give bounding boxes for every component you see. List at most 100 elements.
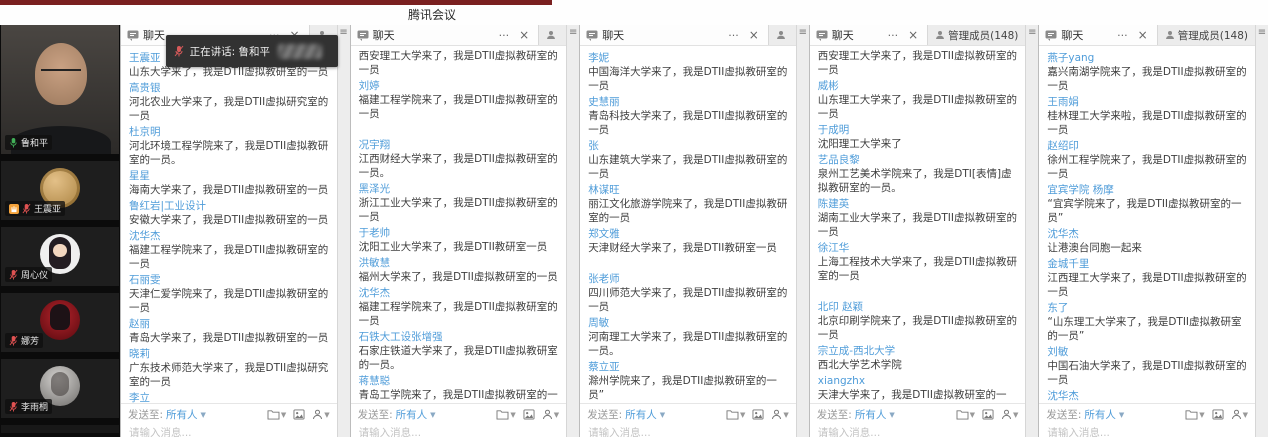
folder-icon bbox=[956, 409, 969, 420]
chat-footer: 发送至: 所有人 ▼ ▼ ▼ bbox=[810, 403, 1026, 425]
message-input[interactable]: 请输入消息... bbox=[810, 425, 1026, 437]
message-sender: 陈建英 bbox=[818, 197, 1018, 211]
message-list[interactable]: 王震亚山东大学来了，我是DTII虚拟教研室的一员高贵银河北农业大学来了，我是DT… bbox=[121, 46, 337, 403]
message-list[interactable]: 西安理工大学来了，我是DTII虚拟教研室的一员刘婷福建工程学院来了，我是DTII… bbox=[351, 46, 567, 403]
mention-member-button[interactable]: ▼ bbox=[771, 409, 788, 420]
video-tile[interactable]: 周心仪 bbox=[1, 227, 119, 286]
screenshot-button[interactable] bbox=[523, 409, 535, 420]
panel-collapse-handle[interactable]: ≡ bbox=[337, 25, 350, 437]
tab-manage-members[interactable]: 管理成员(148) bbox=[927, 25, 1025, 45]
message-list[interactable]: 李妮中国海洋大学来了，我是DTII虚拟教研室的一员史慧丽青岛科技大学来了，我是D… bbox=[580, 46, 796, 403]
close-icon[interactable]: × bbox=[746, 25, 762, 46]
screenshot-button[interactable] bbox=[982, 409, 994, 420]
video-tile-partial[interactable] bbox=[1, 425, 119, 433]
image-icon bbox=[523, 409, 535, 420]
more-button[interactable]: ··· bbox=[1114, 25, 1131, 46]
folder-button[interactable]: ▼ bbox=[267, 409, 286, 420]
message-sender: 艺品良黎 bbox=[818, 153, 1018, 167]
send-to-dropdown[interactable]: 所有人 bbox=[1084, 407, 1116, 422]
message-gap bbox=[588, 255, 788, 270]
message-text: 沈阳工业大学来了，我是DTII教研室一员 bbox=[359, 240, 559, 254]
folder-button[interactable]: ▼ bbox=[726, 409, 745, 420]
message-text: 让港澳台同胞一起来 bbox=[1047, 241, 1247, 255]
folder-button[interactable]: ▼ bbox=[496, 409, 515, 420]
tab-chat[interactable]: 聊天 ··· × bbox=[351, 25, 539, 45]
chevron-down-icon[interactable]: ▼ bbox=[201, 411, 206, 419]
message-sender: 蔡立亚 bbox=[588, 360, 788, 374]
tab-manage-members[interactable] bbox=[538, 25, 566, 45]
message-text: “宜宾学院来了，我是DTII虚拟教研室的一员” bbox=[1047, 197, 1247, 225]
panel-collapse-handle[interactable]: ≡ bbox=[1255, 25, 1268, 437]
screenshot-button[interactable] bbox=[293, 409, 305, 420]
message-list[interactable]: 燕子yang嘉兴南湖学院来了，我是DTII虚拟教研室的一员王雨娟桂林理工大学来啦… bbox=[1039, 46, 1255, 403]
chevron-down-icon[interactable]: ▼ bbox=[430, 411, 435, 419]
screenshot-button[interactable] bbox=[752, 409, 764, 420]
meeting-window: 腾讯会议 鲁和平 王震亚 bbox=[0, 0, 1268, 437]
panel-collapse-handle[interactable]: ≡ bbox=[1025, 25, 1038, 437]
blurred-names bbox=[278, 44, 322, 59]
panel-title: 聊天 bbox=[602, 27, 624, 43]
tab-manage-members[interactable] bbox=[768, 25, 796, 45]
person-icon bbox=[1231, 409, 1242, 420]
message-gap bbox=[359, 121, 559, 136]
mic-muted-icon bbox=[9, 401, 18, 412]
video-tile[interactable]: 娜芳 bbox=[1, 293, 119, 352]
close-icon[interactable]: × bbox=[1135, 25, 1151, 46]
message-text: 丽江文化旅游学院来了，我是DTII虚拟教研室的一员 bbox=[588, 197, 788, 225]
chevron-down-icon[interactable]: ▼ bbox=[889, 411, 894, 419]
screenshot-button[interactable] bbox=[1212, 409, 1224, 420]
participant-name: 周心仪 bbox=[21, 268, 48, 281]
panel-collapse-handle[interactable]: ≡ bbox=[796, 25, 809, 437]
message-input[interactable]: 请输入消息... bbox=[351, 425, 567, 437]
message-sender: 金城千里 bbox=[1047, 257, 1247, 271]
send-to-dropdown[interactable]: 所有人 bbox=[166, 407, 198, 422]
tab-manage-members[interactable]: 管理成员(148) bbox=[1157, 25, 1255, 45]
message-list[interactable]: 西安理工大学来了，我是DTII虚拟教研室的一员威彬山东理工大学来了，我是DTII… bbox=[810, 46, 1026, 403]
send-to-dropdown[interactable]: 所有人 bbox=[625, 407, 657, 422]
folder-button[interactable]: ▼ bbox=[956, 409, 975, 420]
more-button[interactable]: ··· bbox=[496, 25, 513, 46]
panel-title: 聊天 bbox=[143, 27, 165, 43]
mention-member-button[interactable]: ▼ bbox=[312, 409, 329, 420]
person-icon bbox=[771, 409, 782, 420]
message-text: 北京印刷学院来了，我是DTII虚拟教研室的一员 bbox=[818, 314, 1018, 342]
window-accent-bar bbox=[0, 0, 552, 5]
panel-collapse-handle[interactable]: ≡ bbox=[566, 25, 579, 437]
message-input[interactable]: 请输入消息... bbox=[121, 425, 337, 437]
chat-panel-header: 聊天 ··· × 管理成员(148) bbox=[1039, 25, 1255, 46]
chat-panel-header: 聊天 ··· × bbox=[580, 25, 796, 46]
send-to-label: 发送至: bbox=[1046, 407, 1081, 422]
message-text: 河北农业大学来了，我是DTII虚拟研究室的一员 bbox=[129, 95, 329, 123]
mention-member-button[interactable]: ▼ bbox=[542, 409, 559, 420]
mention-member-button[interactable]: ▼ bbox=[1001, 409, 1018, 420]
participant-name: 娜芳 bbox=[21, 334, 39, 347]
participant-badge: 周心仪 bbox=[5, 267, 52, 282]
video-tile-speaker[interactable]: 鲁和平 bbox=[1, 25, 119, 154]
tab-chat[interactable]: 聊天 ··· × bbox=[810, 25, 927, 45]
message-input[interactable]: 请输入消息... bbox=[1039, 425, 1255, 437]
message-text: 徐州工程学院来了，我是DTII虚拟教研室的一员 bbox=[1047, 153, 1247, 181]
close-icon[interactable]: × bbox=[905, 25, 921, 46]
message-text: 福建工程学院来了，我是DTII虚拟教研室的一员 bbox=[129, 243, 329, 271]
video-tile[interactable]: 李雨桐 bbox=[1, 359, 119, 418]
speaking-banner: 正在讲话: 鲁和平 bbox=[166, 35, 338, 67]
tab-chat[interactable]: 聊天 ··· × bbox=[1039, 25, 1156, 45]
tab-chat[interactable]: 聊天 ··· × bbox=[580, 25, 768, 45]
mention-member-button[interactable]: ▼ bbox=[1231, 409, 1248, 420]
message-input[interactable]: 请输入消息... bbox=[580, 425, 796, 437]
chat-panel-header: 聊天 ··· × 管理成员(148) bbox=[810, 25, 1026, 46]
more-button[interactable]: ··· bbox=[885, 25, 902, 46]
close-icon[interactable]: × bbox=[516, 25, 532, 46]
image-icon bbox=[982, 409, 994, 420]
more-button[interactable]: ··· bbox=[725, 25, 742, 46]
message-text: 广东技术师范大学来了，我是DTII虚拟研究室的一员 bbox=[129, 361, 329, 389]
folder-button[interactable]: ▼ bbox=[1185, 409, 1204, 420]
chevron-down-icon[interactable]: ▼ bbox=[660, 411, 665, 419]
message-sender: 刘婷 bbox=[359, 79, 559, 93]
chevron-down-icon[interactable]: ▼ bbox=[1119, 411, 1124, 419]
message-sender: 沈华杰 bbox=[129, 229, 329, 243]
mic-on-icon bbox=[9, 137, 18, 148]
video-tile[interactable]: 王震亚 bbox=[1, 161, 119, 220]
send-to-dropdown[interactable]: 所有人 bbox=[396, 407, 428, 422]
send-to-dropdown[interactable]: 所有人 bbox=[855, 407, 887, 422]
